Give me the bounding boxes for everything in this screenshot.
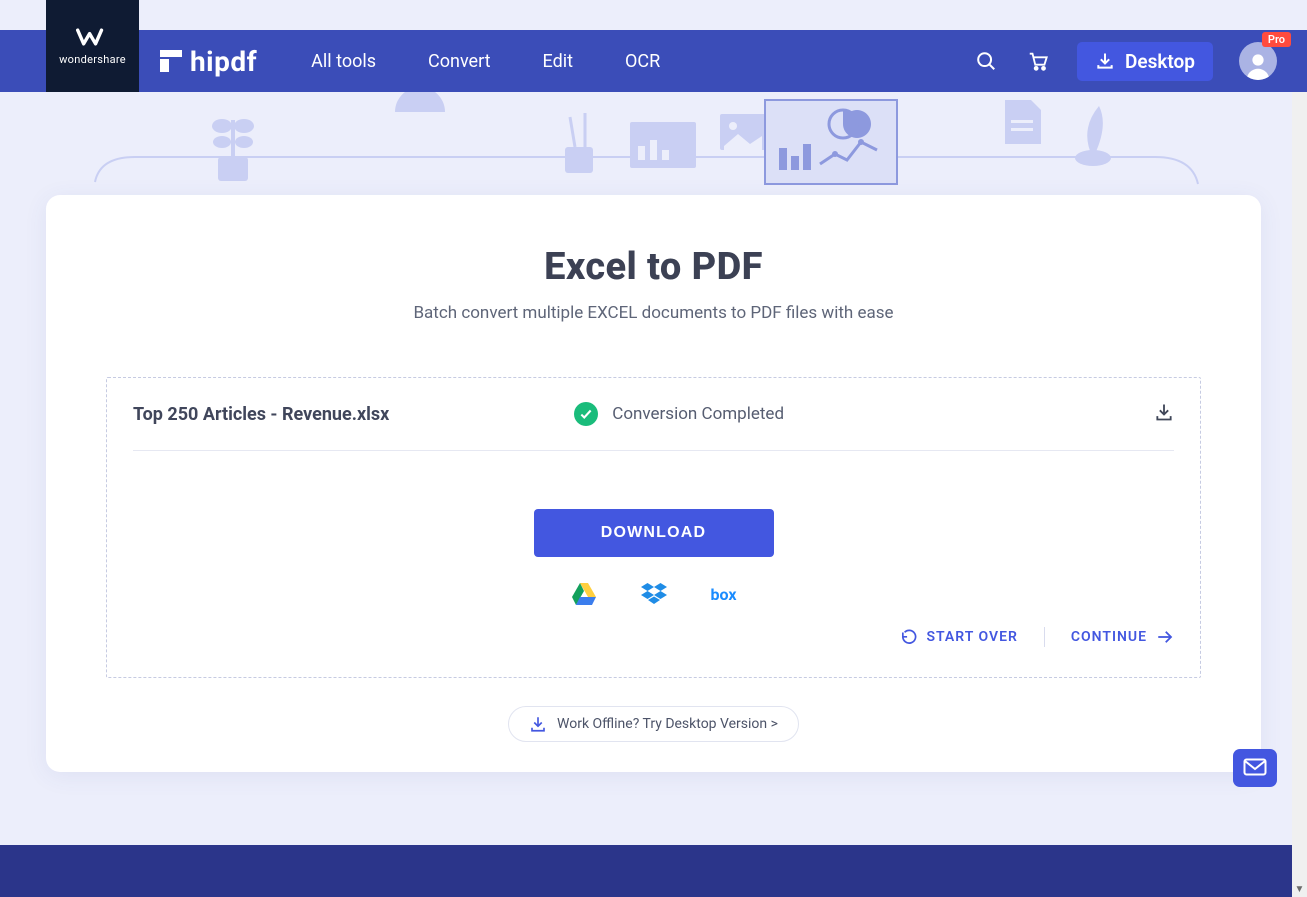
user-avatar[interactable] [1239, 42, 1277, 80]
nav-all-tools[interactable]: All tools [311, 51, 376, 72]
nav-right: Desktop Pro [973, 42, 1277, 81]
checkmark-icon [574, 402, 598, 426]
hipdf-logo[interactable]: hipdf [160, 45, 257, 78]
offline-label: Work Offline? Try Desktop Version > [557, 716, 778, 732]
row-actions: START OVER CONTINUE [133, 627, 1174, 647]
nav-edit[interactable]: Edit [543, 51, 573, 72]
offline-pill[interactable]: Work Offline? Try Desktop Version > [508, 706, 799, 742]
continue-label: CONTINUE [1071, 629, 1147, 645]
hero-illustration [0, 92, 1307, 202]
avatar-wrap: Pro [1239, 42, 1277, 80]
continue-button[interactable]: CONTINUE [1071, 628, 1174, 646]
main-menu: All tools Convert Edit OCR [311, 51, 660, 72]
download-row-icon[interactable] [1154, 402, 1174, 426]
feedback-mail-button[interactable] [1233, 749, 1277, 787]
action-separator [1044, 627, 1045, 647]
undo-icon [900, 629, 917, 646]
wondershare-logo-icon [76, 26, 110, 48]
mail-icon [1243, 758, 1267, 778]
search-icon[interactable] [973, 48, 999, 74]
desktop-button[interactable]: Desktop [1077, 42, 1213, 81]
dropbox-icon[interactable] [641, 583, 667, 605]
converter-card: Excel to PDF Batch convert multiple EXCE… [46, 195, 1261, 772]
file-name: Top 250 Articles - Revenue.xlsx [133, 404, 389, 425]
cloud-targets: box [133, 583, 1174, 605]
hipdf-logo-icon [160, 50, 182, 72]
pro-badge: Pro [1262, 32, 1291, 47]
download-small-icon [529, 715, 547, 733]
wondershare-badge[interactable]: wondershare [46, 0, 139, 92]
nav-convert[interactable]: Convert [428, 51, 491, 72]
download-desktop-icon [1095, 51, 1115, 71]
footer-bar [0, 845, 1292, 897]
hipdf-logo-text: hipdf [190, 45, 257, 78]
page-subtitle: Batch convert multiple EXCEL documents t… [46, 303, 1261, 323]
nav-ocr[interactable]: OCR [625, 51, 660, 72]
file-status: Conversion Completed [574, 402, 784, 426]
cart-icon[interactable] [1025, 48, 1051, 74]
box-icon[interactable]: box [711, 583, 737, 605]
file-status-text: Conversion Completed [612, 404, 784, 424]
box-label: box [711, 585, 737, 604]
wondershare-label: wondershare [59, 53, 126, 66]
file-row: Top 250 Articles - Revenue.xlsx Conversi… [133, 378, 1174, 451]
navbar: hipdf All tools Convert Edit OCR Desktop… [0, 30, 1307, 92]
topbar: wondershare hipdf All tools Convert Edit… [0, 0, 1307, 92]
download-button[interactable]: DOWNLOAD [534, 509, 774, 557]
start-over-label: START OVER [926, 629, 1017, 645]
scroll-down-arrow-icon[interactable]: ▼ [1292, 882, 1307, 897]
arrow-right-icon [1156, 628, 1174, 646]
page-title: Excel to PDF [46, 245, 1261, 289]
desktop-button-label: Desktop [1125, 50, 1195, 73]
google-drive-icon[interactable] [571, 583, 597, 605]
start-over-button[interactable]: START OVER [900, 629, 1017, 646]
dropzone: Top 250 Articles - Revenue.xlsx Conversi… [106, 377, 1201, 678]
